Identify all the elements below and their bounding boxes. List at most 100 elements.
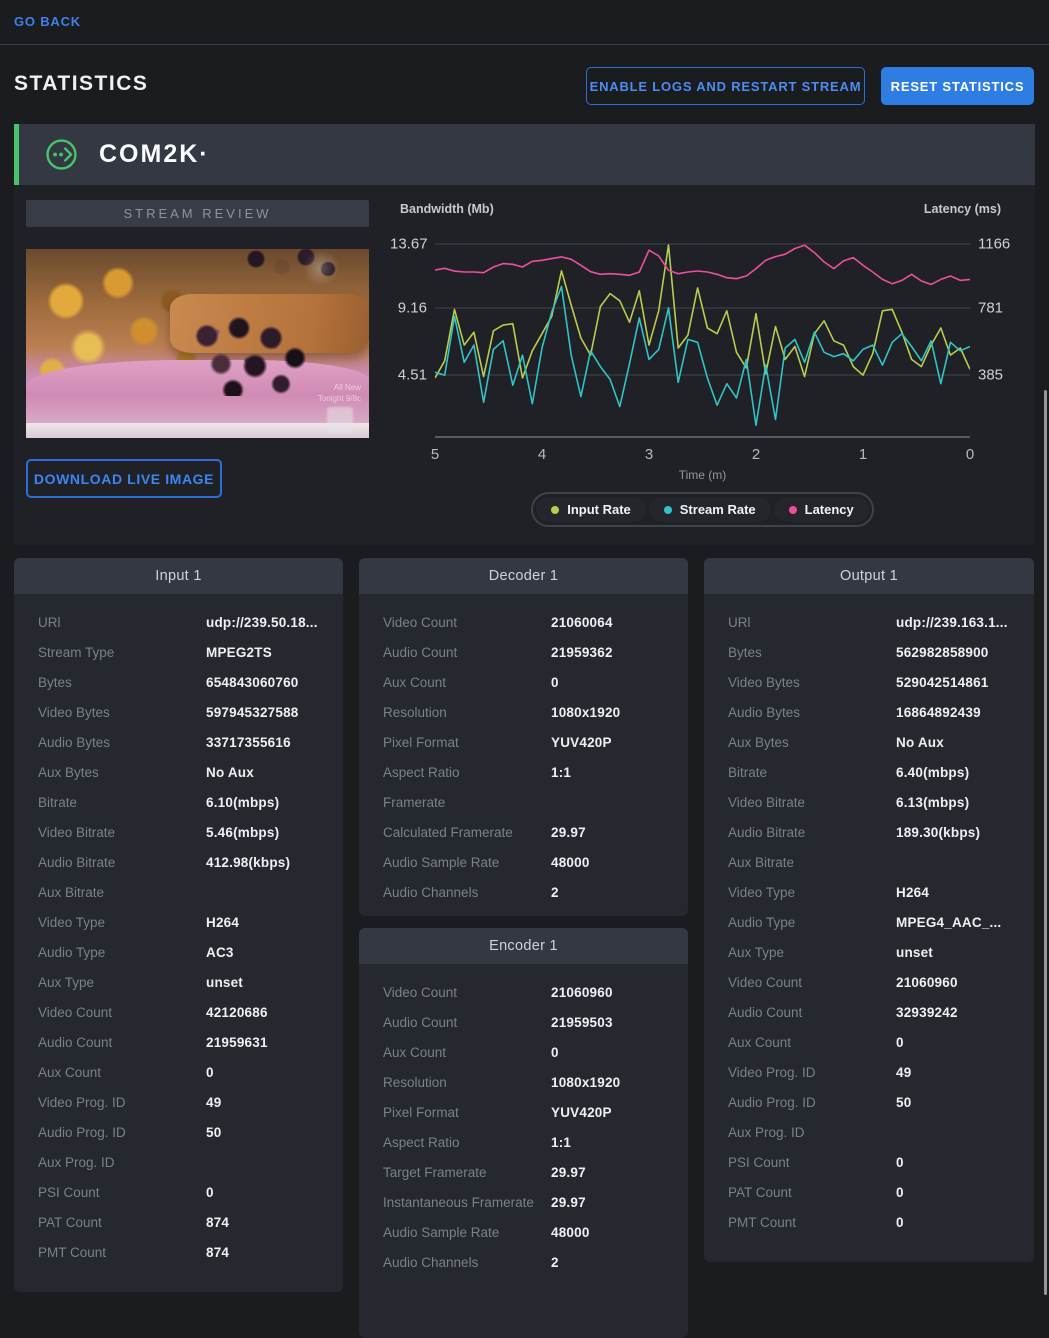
stat-value: 529042514861 (896, 675, 989, 690)
stat-value: YUV420P (551, 1105, 612, 1120)
stat-label: Aux Type (38, 975, 206, 990)
stat-value: 6.40(mbps) (896, 765, 969, 780)
stat-value: 0 (896, 1155, 904, 1170)
stat-label: Video Count (383, 985, 551, 1000)
panel-encoder-1: Encoder 1 Video Count21060960Audio Count… (359, 928, 688, 1338)
stat-row: Audio Channels2 (359, 1247, 688, 1277)
stat-label: Video Count (383, 615, 551, 630)
stat-value: 50 (896, 1095, 911, 1110)
vertical-scrollbar[interactable] (1044, 390, 1047, 1295)
stat-value: 48000 (551, 855, 590, 870)
stat-value: 1080x1920 (551, 705, 620, 720)
stat-label: Resolution (383, 1075, 551, 1090)
stat-value: 49 (896, 1065, 911, 1080)
stat-row: Pixel FormatYUV420P (359, 1097, 688, 1127)
stat-label: Aux Bytes (38, 765, 206, 780)
stat-label: Aux Count (383, 1045, 551, 1060)
stat-value: 21959362 (551, 645, 613, 660)
stat-row: PAT Count874 (14, 1207, 343, 1237)
x-axis-tick: 1 (859, 446, 867, 463)
panel-output-1: Output 1 URludp://239.163.1...Bytes56298… (704, 558, 1034, 1262)
stat-value: H264 (206, 915, 239, 930)
stat-value: 6.13(mbps) (896, 795, 969, 810)
stat-value: 1:1 (551, 1135, 571, 1150)
right-axis-title: Latency (ms) (924, 202, 1001, 216)
stat-value: 42120686 (206, 1005, 268, 1020)
stat-label: Bitrate (728, 765, 896, 780)
legend-dot (789, 506, 797, 514)
panel-title: Decoder 1 (359, 558, 688, 594)
stat-row: Video Bitrate6.13(mbps) (704, 787, 1034, 817)
x-axis-tick: 5 (431, 446, 439, 463)
preview-glare (26, 249, 369, 438)
stat-label: Video Prog. ID (728, 1065, 896, 1080)
stat-row: Target Framerate29.97 (359, 1157, 688, 1187)
stat-row: URludp://239.50.18... (14, 607, 343, 637)
stat-label: Video Bitrate (728, 795, 896, 810)
panel-title: Output 1 (704, 558, 1034, 594)
stat-row: Aspect Ratio1:1 (359, 757, 688, 787)
stat-value: 0 (896, 1185, 904, 1200)
stat-label: Aux Prog. ID (38, 1155, 206, 1170)
stat-label: Audio Prog. ID (728, 1095, 896, 1110)
stat-label: Audio Channels (383, 885, 551, 900)
stat-label: Aspect Ratio (383, 1135, 551, 1150)
stat-label: Bitrate (38, 795, 206, 810)
stat-value: unset (206, 975, 243, 990)
reset-statistics-button[interactable]: RESET STATISTICS (881, 67, 1034, 105)
stat-row: Audio Count21959503 (359, 1007, 688, 1037)
stat-row: Aux Prog. ID (14, 1147, 343, 1177)
stat-row: Video Count21060960 (704, 967, 1034, 997)
stat-value: 32939242 (896, 1005, 958, 1020)
legend-item-latency[interactable]: Latency (774, 497, 869, 522)
stat-label: URl (38, 615, 206, 630)
left-axis-title: Bandwidth (Mb) (400, 202, 494, 216)
stat-value: 0 (206, 1185, 214, 1200)
legend-item-input-rate[interactable]: Input Rate (536, 497, 646, 522)
page-title: STATISTICS (14, 72, 148, 96)
stat-value: 6.10(mbps) (206, 795, 279, 810)
divider (0, 44, 1049, 45)
download-live-image-button[interactable]: DOWNLOAD LIVE IMAGE (26, 459, 222, 498)
stat-label: Aux Bitrate (728, 855, 896, 870)
stat-value: 33717355616 (206, 735, 291, 750)
stat-label: Aux Count (38, 1065, 206, 1080)
enable-logs-restart-stream-button[interactable]: ENABLE LOGS AND RESTART STREAM (586, 67, 865, 105)
stat-row: Audio Prog. ID50 (14, 1117, 343, 1147)
stat-label: Video Count (728, 975, 896, 990)
stat-row: Audio Count21959362 (359, 637, 688, 667)
stat-value: 21060960 (896, 975, 958, 990)
stat-value: 29.97 (551, 825, 586, 840)
stat-label: Video Bytes (38, 705, 206, 720)
go-back-link[interactable]: GO BACK (14, 14, 81, 29)
stat-label: Audio Type (38, 945, 206, 960)
stat-value: 16864892439 (896, 705, 981, 720)
x-axis-tick: 4 (538, 446, 546, 463)
stream-review-header: STREAM REVIEW (26, 200, 369, 227)
stat-value: unset (896, 945, 933, 960)
stat-value: 1:1 (551, 765, 571, 780)
stat-label: Video Type (728, 885, 896, 900)
device-name: COM2K· (99, 140, 210, 169)
stat-value: 654843060760 (206, 675, 299, 690)
x-axis-title: Time (m) (435, 468, 970, 482)
stat-label: Instantaneous Framerate (383, 1195, 551, 1210)
legend-item-stream-rate[interactable]: Stream Rate (649, 497, 771, 522)
legend-dot (551, 506, 559, 514)
device-card: COM2K· STREAM REVIEW All New Tonight 9/8… (14, 124, 1035, 545)
stat-label: PAT Count (38, 1215, 206, 1230)
stat-row: Audio Prog. ID50 (704, 1087, 1034, 1117)
x-axis-tick: 0 (966, 446, 974, 463)
stat-row: Audio Count32939242 (704, 997, 1034, 1027)
stat-row: Video Count21060064 (359, 607, 688, 637)
stat-label: URl (728, 615, 896, 630)
stat-label: PSI Count (728, 1155, 896, 1170)
stat-value: MPEG4_AAC_... (896, 915, 1001, 930)
stat-value: 21959503 (551, 1015, 613, 1030)
stat-label: Aux Count (383, 675, 551, 690)
stat-value: 48000 (551, 1225, 590, 1240)
stat-row: Bitrate6.40(mbps) (704, 757, 1034, 787)
stat-label: Audio Prog. ID (38, 1125, 206, 1140)
stat-row: PSI Count0 (14, 1177, 343, 1207)
stat-row: Aux Typeunset (704, 937, 1034, 967)
